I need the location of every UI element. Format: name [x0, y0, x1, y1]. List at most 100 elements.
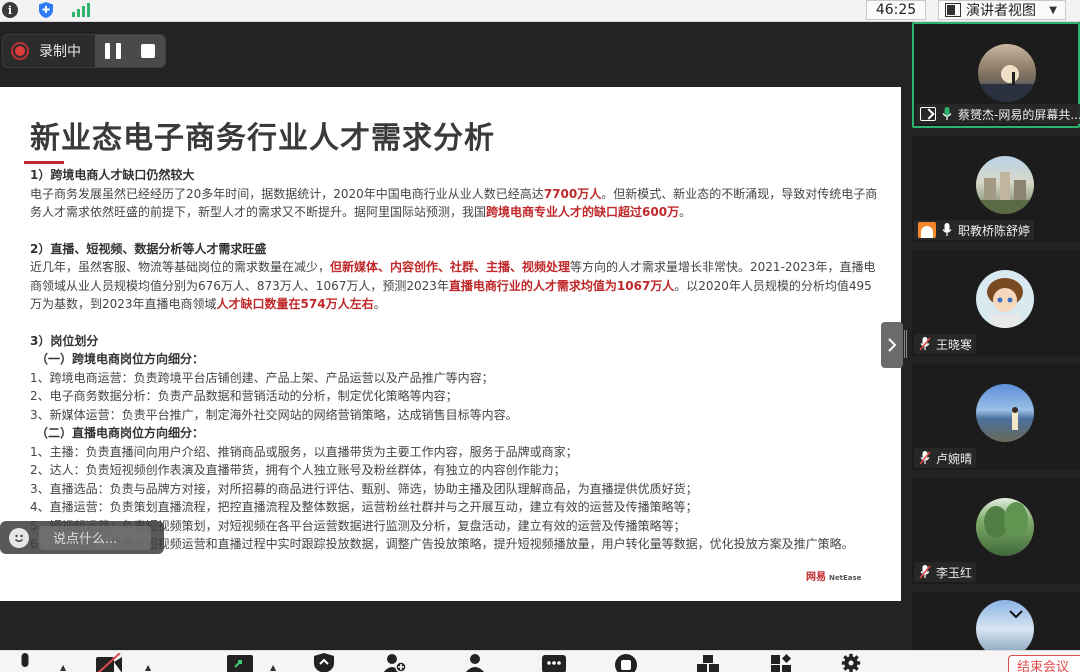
list-item: 4、直播运营：负责策划直播流程，把控直播流程及整体数据，运营粉丝社群并与之开展互… [30, 500, 698, 514]
caret-up-icon[interactable]: ▲ [145, 663, 151, 672]
section-3-subtitle-1: （一）跨境电商岗位方向细分： [36, 352, 205, 366]
record-icon [11, 42, 29, 60]
chat-input[interactable]: 说点什么... [39, 525, 151, 550]
security-shield-icon[interactable] [36, 1, 56, 19]
recording-label: 录制中 [39, 44, 81, 60]
panel-resize-grip[interactable] [904, 330, 907, 358]
highlight-text: 7700万人 [543, 186, 602, 201]
participants-button[interactable] [382, 653, 408, 672]
participant-name-bar: 职教桥陈舒婷 [914, 220, 1035, 240]
mic-active-icon [940, 107, 954, 121]
section-2-paragraph: 近几年，虽然客服、物流等基础岗位的需求数量在减少，但新媒体、内容创作、社群、主播… [30, 258, 880, 314]
highlight-text: 但新媒体、内容创作、社群、主播、视频处理 [330, 260, 571, 274]
participant-name-bar: 李玉红 [914, 562, 977, 582]
highlight-text: 跨境电商专业人才的缺口超过600万 [486, 205, 680, 219]
title-underline [24, 161, 64, 164]
participant-tile[interactable]: 王晓寒 [912, 250, 1080, 356]
participant-tile[interactable]: 蔡赟杰-网易的屏幕共... [912, 22, 1080, 128]
emoji-icon[interactable] [9, 527, 29, 548]
more-apps-button[interactable] [768, 653, 796, 672]
logo-cn: 网易 [806, 572, 826, 583]
chat-quick-input: 说点什么... [0, 521, 164, 554]
info-icon[interactable]: i [0, 1, 20, 19]
participant-name: 王晓寒 [936, 337, 973, 352]
participant-tile[interactable]: 卢婉晴 [912, 364, 1080, 470]
highlight-text: 直播电商行业的人才需求均值为1067万人 [448, 278, 675, 293]
participant-name: 卢婉晴 [936, 451, 973, 466]
section-1-title: 1）跨境电商人才缺口仍然较大 [30, 168, 195, 182]
members-button[interactable] [462, 653, 488, 672]
participant-name-bar: 王晓寒 [914, 334, 977, 354]
mic-icon [21, 653, 29, 667]
meeting-toolbar: ▲ ▲ ▲ 结束会议 [0, 650, 1080, 672]
list-item: 1、跨境电商运营：负责跨境平台店铺创建、产品上架、产品运营以及产品推广等内容； [30, 370, 494, 385]
layout-icon [945, 3, 961, 17]
participant-tile[interactable]: 职教桥陈舒婷 [912, 136, 1080, 242]
view-mode-select[interactable]: 演讲者视图 ▼ [938, 0, 1066, 20]
network-signal-icon[interactable] [70, 1, 90, 19]
participant-name-bar: 卢婉晴 [914, 448, 977, 468]
chat-bubble-icon [542, 655, 566, 672]
record-button[interactable] [612, 653, 640, 672]
chevron-down-icon [1009, 610, 1023, 619]
pause-recording-button[interactable] [105, 43, 121, 59]
logo-en: NetEase [829, 574, 862, 582]
list-item: 3、新媒体运营：负责平台推广，制定海外社交网站的网络营销策略，达成销售目标等内容… [30, 407, 518, 422]
avatar [976, 270, 1034, 328]
avatar [978, 44, 1036, 102]
view-mode-label: 演讲者视图 [966, 3, 1036, 19]
recording-indicator: 录制中 [2, 34, 166, 68]
section-3-title: 3）岗位划分 [30, 333, 99, 348]
caret-up-icon[interactable]: ▲ [60, 663, 66, 672]
gear-icon [841, 653, 861, 672]
participant-name: 李玉红 [936, 565, 973, 580]
caret-down-icon: ▼ [1049, 4, 1057, 16]
section-2-title: 2）直播、短视频、数据分析等人才需求旺盛 [30, 241, 267, 256]
text-run: 电子商务发展虽然已经经历了20多年时间，据数据统计，2020年中国电商行业从业人… [30, 186, 544, 201]
mic-muted-icon [918, 337, 932, 351]
text-run: 。 [679, 205, 692, 219]
end-meeting-button[interactable]: 结束会议 [1008, 655, 1080, 672]
section-1-paragraph: 电子商务发展虽然已经经历了20多年时间，据数据统计，2020年中国电商行业从业人… [30, 185, 880, 222]
collapse-panel-button[interactable] [881, 322, 903, 368]
mic-muted-icon [918, 565, 932, 579]
security-button[interactable] [312, 653, 336, 672]
video-button[interactable] [94, 653, 124, 672]
apps-button[interactable] [694, 653, 722, 672]
participant-name: 职教桥陈舒婷 [958, 223, 1031, 238]
meeting-timer: 46:25 [866, 0, 926, 20]
slide-title: 新业态电子商务行业人才需求分析 [30, 121, 495, 156]
share-screen-icon [227, 655, 253, 672]
mic-button[interactable] [14, 653, 36, 672]
share-screen-button[interactable] [226, 653, 254, 672]
shield-icon [314, 653, 334, 672]
slide-body: 1）跨境电商人才缺口仍然较大 电子商务发展虽然已经经历了20多年时间，据数据统计… [30, 166, 880, 554]
section-3-subtitle-2: （二）直播电商岗位方向细分： [36, 426, 205, 440]
caret-up-icon[interactable]: ▲ [270, 663, 276, 672]
text-run: 。 [373, 297, 386, 311]
stop-recording-button[interactable] [141, 44, 155, 58]
highlight-text: 人才缺口数量在574万人左右 [216, 297, 374, 311]
participant-tile[interactable]: 李玉红 [912, 478, 1080, 584]
list-item: 1、主播：负责直播间向用户介绍、推销商品或服务，以直播带货为主要工作内容，服务于… [30, 444, 578, 459]
avatar [976, 498, 1034, 556]
participant-name: 蔡赟杰-网易的屏幕共... [958, 107, 1080, 122]
person-icon [465, 654, 485, 672]
participant-panel: 蔡赟杰-网易的屏幕共... 职教桥陈舒婷 王晓寒 卢婉晴 李玉红 [910, 22, 1080, 658]
participant-name-bar: 蔡赟杰-网易的屏幕共... [916, 104, 1080, 124]
apps-grid-icon [697, 655, 719, 672]
top-bar: i 46:25 演讲者视图 ▼ [0, 0, 1080, 22]
screen-share-icon [920, 107, 936, 121]
mic-muted-icon [918, 451, 932, 465]
netease-logo: 网易 NetEase [806, 568, 861, 583]
user-icon [918, 222, 936, 238]
settings-button[interactable] [838, 653, 864, 672]
mic-icon [940, 223, 954, 237]
recording-controls [95, 35, 165, 67]
avatar [976, 156, 1034, 214]
scroll-down-button[interactable] [986, 602, 1046, 626]
add-participant-icon [383, 654, 407, 672]
chat-button[interactable] [540, 653, 568, 672]
text-run: 近几年，虽然客服、物流等基础岗位的需求数量在减少， [30, 260, 331, 274]
chevron-right-icon [888, 338, 897, 352]
